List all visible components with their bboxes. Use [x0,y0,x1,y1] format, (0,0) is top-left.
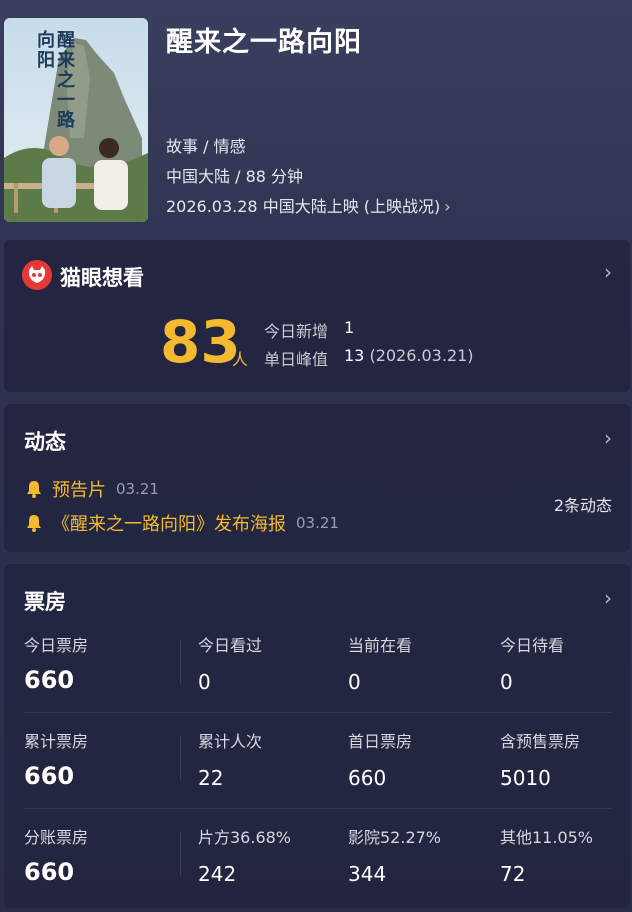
column-separator [180,736,181,780]
first-day-box-office-value: 660 [348,766,387,790]
today-new-label: 今日新增 [264,322,329,341]
bell-icon [27,515,41,532]
movie-release-text: 2026.03.28 中国大陆上映 (上映战况) [166,197,441,216]
poster-title: 醒来之一路向阳 [34,30,75,130]
movie-header: 醒来之一路向阳 醒来之一路向阳 故事 / 情感 中国大陆 / 88 分钟 202… [0,0,632,232]
column-separator [180,640,181,684]
want-to-see-title: 猫眼想看 [60,266,144,290]
feed-title: 动态 [24,430,66,454]
total-attendance-label: 累计人次 [198,732,263,751]
chevron-right-icon: › [604,426,612,450]
peak-value: 13 [344,346,365,365]
feed-item[interactable]: 预告片 03.21 [24,476,159,502]
feed-item[interactable]: 《醒来之一路向阳》发布海报 03.21 [24,510,339,536]
maoyan-cat-icon [22,260,52,290]
today-box-office-value: 660 [24,666,75,694]
total-box-office-label: 累计票房 [24,732,89,751]
cinema-share-label: 影院52.27% [348,828,442,847]
want-to-see-card[interactable]: 猫眼想看 › 83 人 今日新增 1 单日峰值 13 (2026.03.21) [4,240,630,392]
other-share-value: 72 [500,862,526,886]
feed-item-date: 03.21 [296,514,339,532]
column-separator [180,832,181,876]
movie-release-link[interactable]: 2026.03.28 中国大陆上映 (上映战况) › [166,193,451,217]
row-divider [24,712,612,713]
other-share-label: 其他11.05% [500,828,594,847]
row-divider [24,808,612,809]
feed-item-date: 03.21 [116,480,159,498]
today-pending-label: 今日待看 [500,636,565,655]
chevron-right-icon: › [604,586,612,610]
peak-date: (2026.03.21) [369,346,474,365]
today-watched-value: 0 [198,670,211,694]
today-watched-label: 今日看过 [198,636,263,655]
peak-label: 单日峰值 [264,350,329,369]
today-box-office-label: 今日票房 [24,636,89,655]
chevron-right-icon: › [444,197,451,216]
now-watching-label: 当前在看 [348,636,413,655]
split-box-office-label: 分账票房 [24,828,89,847]
movie-poster[interactable]: 醒来之一路向阳 [4,18,148,222]
peak-value-group: 13 (2026.03.21) [344,346,474,365]
feed-item-text: 预告片 [52,480,106,501]
feed-item-text: 《醒来之一路向阳》发布海报 [52,514,286,535]
now-watching-value: 0 [348,670,361,694]
feed-card[interactable]: 动态 › 预告片 03.21 《醒来之一路向阳》发布海报 03.21 2条动态 [4,404,630,552]
presale-box-office-label: 含预售票房 [500,732,581,751]
feed-count[interactable]: 2条动态 [554,492,612,516]
first-day-box-office-label: 首日票房 [348,732,413,751]
total-attendance-value: 22 [198,766,224,790]
producer-share-label: 片方36.68% [198,828,292,847]
bell-icon [27,481,41,498]
today-pending-value: 0 [500,670,513,694]
total-box-office-value: 660 [24,762,75,790]
box-office-title: 票房 [24,590,66,614]
producer-share-value: 242 [198,862,237,886]
movie-genre: 故事 / 情感 [166,137,246,156]
cinema-share-value: 344 [348,862,387,886]
box-office-card[interactable]: 票房 › 今日票房 660 今日看过 0 当前在看 0 今日待看 0 累计票房 … [4,564,630,908]
today-new-value: 1 [344,318,355,337]
want-count: 83 [160,308,241,376]
split-box-office-value: 660 [24,858,75,886]
movie-region-duration: 中国大陆 / 88 分钟 [166,167,304,186]
presale-box-office-value: 5010 [500,766,551,790]
want-unit: 人 [232,350,249,369]
chevron-right-icon: › [604,260,612,284]
movie-title: 醒来之一路向阳 [166,27,362,58]
